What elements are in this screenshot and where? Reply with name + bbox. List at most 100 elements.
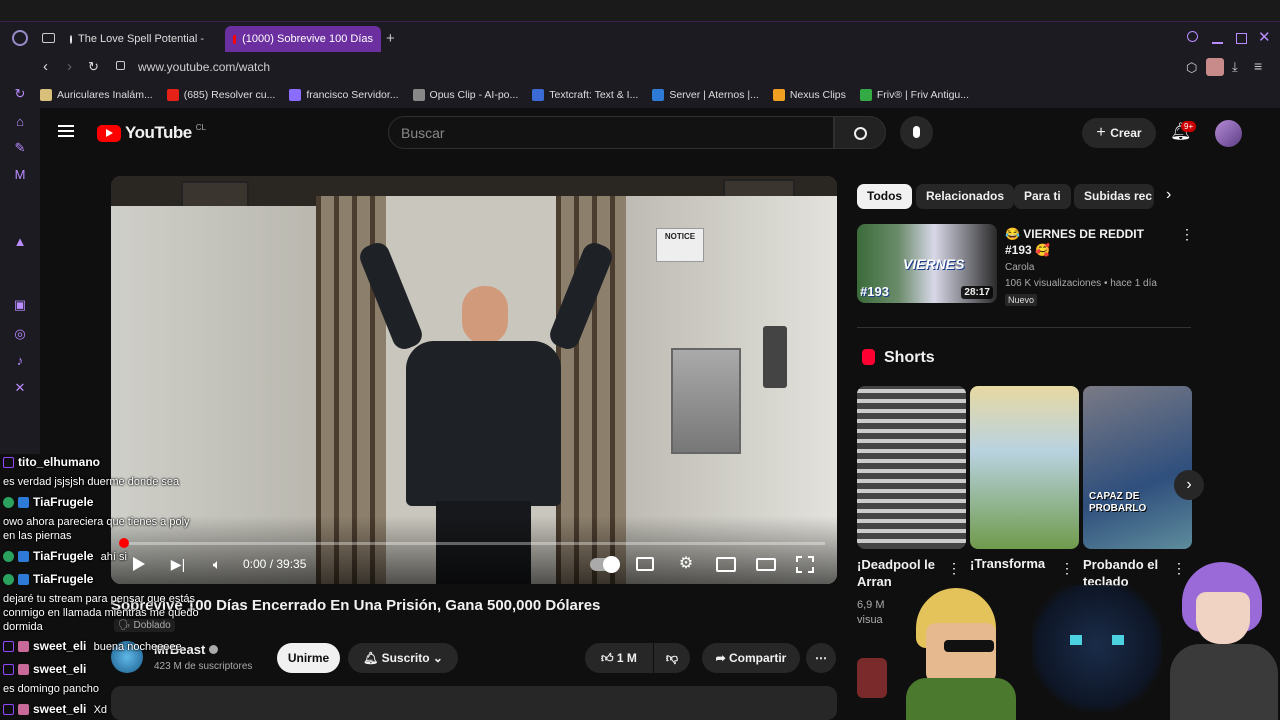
chip-todos[interactable]: Todos <box>857 184 913 209</box>
bookmark-aternos[interactable]: Server | Aternos |... <box>652 89 759 101</box>
new-tab-button[interactable]: + <box>386 30 395 47</box>
short-more-icon[interactable]: ⋮ <box>947 560 961 577</box>
recommended-more-icon[interactable]: ⋮ <box>1180 226 1194 243</box>
voice-search-button[interactable] <box>900 116 933 149</box>
shorts-next-button[interactable]: › <box>1174 470 1204 500</box>
tab-youtube-active[interactable]: (1000) Sobrevive 100 Días <box>225 26 381 52</box>
short-card-deadpool[interactable] <box>857 386 966 549</box>
chip-relacionados[interactable]: Relacionados <box>916 184 1015 209</box>
bell-icon: 🔔︎ <box>363 651 382 665</box>
recommended-channel[interactable]: Carola <box>1005 262 1034 273</box>
share-button[interactable]: ➦ Compartir <box>702 643 800 673</box>
back-icon[interactable]: ‹ <box>43 58 48 75</box>
history-icon[interactable]: ↻ <box>12 86 28 102</box>
youtube-icon <box>166 89 179 101</box>
short-more-icon[interactable]: ⋮ <box>1060 560 1074 577</box>
chips-next-chevron-icon[interactable]: › <box>1166 186 1171 204</box>
chip-para-ti[interactable]: Para ti <box>1014 184 1071 209</box>
bookmark-opus-clip[interactable]: Opus Clip - AI-po... <box>412 89 518 101</box>
chip-subidas-recientes[interactable]: Subidas rec <box>1074 184 1154 209</box>
description-box[interactable] <box>111 686 837 720</box>
x-icon[interactable]: ✕ <box>12 380 28 396</box>
region-code: CL <box>195 122 206 132</box>
profile-avatar[interactable] <box>1206 58 1224 76</box>
tab-love-spell[interactable]: The Love Spell Potential - <box>62 26 212 52</box>
video-player[interactable]: NOTICE <box>111 176 837 584</box>
miniplayer-icon[interactable] <box>716 557 736 572</box>
dragon-avatar-overlay <box>1032 585 1162 720</box>
twitch-icon[interactable]: ▣ <box>12 297 28 313</box>
check-badge-icon <box>3 574 14 586</box>
video-duration: 28:17 <box>961 286 993 299</box>
url-field[interactable]: www.youtube.com/watch <box>138 60 270 74</box>
youtube-logo-icon <box>97 124 121 142</box>
fullscreen-icon[interactable] <box>796 556 814 573</box>
bookmark-textcraft[interactable]: Textcraft: Text & I... <box>532 89 638 101</box>
minimize-icon[interactable] <box>1212 42 1223 44</box>
short-card-transforma[interactable] <box>970 386 1079 549</box>
edit-icon[interactable]: ✎ <box>12 140 28 156</box>
theater-mode-icon[interactable] <box>756 558 776 571</box>
bookmark-resolver[interactable]: (685) Resolver cu... <box>166 89 275 101</box>
forward-icon[interactable]: › <box>67 58 72 75</box>
next-icon[interactable]: ▶︎| <box>168 555 188 573</box>
create-button[interactable]: + Crear <box>1082 118 1156 148</box>
dislike-button[interactable]: 👎︎ <box>654 643 690 673</box>
short-card-teclado[interactable]: CAPAZ DE PROBARLO <box>1083 386 1192 549</box>
recommended-title[interactable]: 😂 VIERNES DE REDDIT #193 🥰 <box>1005 226 1170 258</box>
menu-icon[interactable]: ≡ <box>1254 58 1262 74</box>
search-input[interactable]: Buscar <box>388 116 834 149</box>
bookmark-francisco[interactable]: francisco Servidor... <box>289 89 399 101</box>
water-fountain <box>671 348 741 454</box>
tab-tiles-icon[interactable] <box>42 33 55 43</box>
opera-logo-icon[interactable] <box>12 30 28 46</box>
shorts-heading: Shorts <box>884 349 935 366</box>
m-icon[interactable]: M <box>12 167 28 183</box>
next-recommended-thumbnail[interactable] <box>857 658 887 698</box>
subtitles-icon[interactable] <box>636 557 654 571</box>
bookmark-icon <box>652 89 665 101</box>
browser-sidebar: ↻ ⌂ ✎ M ▲ ▣ ◎ ♪ ✕ <box>0 54 40 454</box>
bookmarks-bar: Auriculares Inalám... (685) Resolver cu.… <box>0 82 1280 108</box>
settings-gear-icon[interactable]: ⚙︎ <box>676 555 696 573</box>
chat-message: TiaFrugele <box>3 495 93 510</box>
chat-username: TiaFrugele <box>33 495 94 509</box>
play-icon[interactable] <box>129 555 149 573</box>
account-avatar[interactable] <box>1215 120 1242 147</box>
join-button[interactable]: Unirme <box>277 643 340 673</box>
subscribed-button[interactable]: 🔔︎ Suscrito ⌄ <box>348 643 458 673</box>
download-icon[interactable]: ⤓ <box>1232 59 1238 75</box>
extensions-icon[interactable]: ⬡ <box>1186 60 1197 76</box>
chat-text: dejaré tu stream para pensar que estás c… <box>3 593 199 633</box>
thumb-number: #193 <box>860 284 889 299</box>
chat-text: es domingo pancho <box>3 683 100 695</box>
progress-bar-track[interactable] <box>123 542 825 545</box>
instagram-icon[interactable]: ◎ <box>12 326 28 342</box>
bookmark-auriculares[interactable]: Auriculares Inalám... <box>40 89 153 101</box>
bookmark-friv[interactable]: Friv® | Friv Antigu... <box>859 89 969 101</box>
bookmark-icon <box>859 89 872 101</box>
sub-badge-icon <box>18 641 29 653</box>
search-button[interactable] <box>834 116 886 149</box>
chat-message: sweet_eli Xd <box>3 702 107 717</box>
mic-icon <box>913 126 920 138</box>
wallet-icon[interactable]: ⌂ <box>12 114 28 130</box>
maximize-icon[interactable] <box>1236 33 1247 44</box>
hamburger-menu-icon[interactable] <box>58 125 74 137</box>
aria-icon[interactable]: ▲ <box>12 234 28 250</box>
volume-icon[interactable]: 🔈︎ <box>207 555 227 573</box>
short-title-transforma[interactable]: ¡Transforma <box>970 556 1066 571</box>
like-button[interactable]: 👍︎ 1 M <box>585 643 653 673</box>
bookmark-nexus-clips[interactable]: Nexus Clips <box>772 89 846 101</box>
tiktok-icon[interactable]: ♪ <box>12 353 28 369</box>
check-badge-icon <box>3 497 14 509</box>
close-icon[interactable]: ✕ <box>1258 28 1271 46</box>
reload-icon[interactable]: ↻ <box>88 59 99 75</box>
more-actions-button[interactable]: ⋯ <box>806 643 836 673</box>
recommended-thumbnail[interactable]: VIERNES #193 28:17 <box>857 224 997 303</box>
search-tabs-icon[interactable] <box>1187 31 1198 42</box>
youtube-favicon-icon <box>233 34 237 44</box>
sub-badge-icon <box>18 664 29 676</box>
autoplay-toggle[interactable] <box>590 556 620 573</box>
youtube-logo[interactable]: YouTube CL <box>97 123 206 143</box>
